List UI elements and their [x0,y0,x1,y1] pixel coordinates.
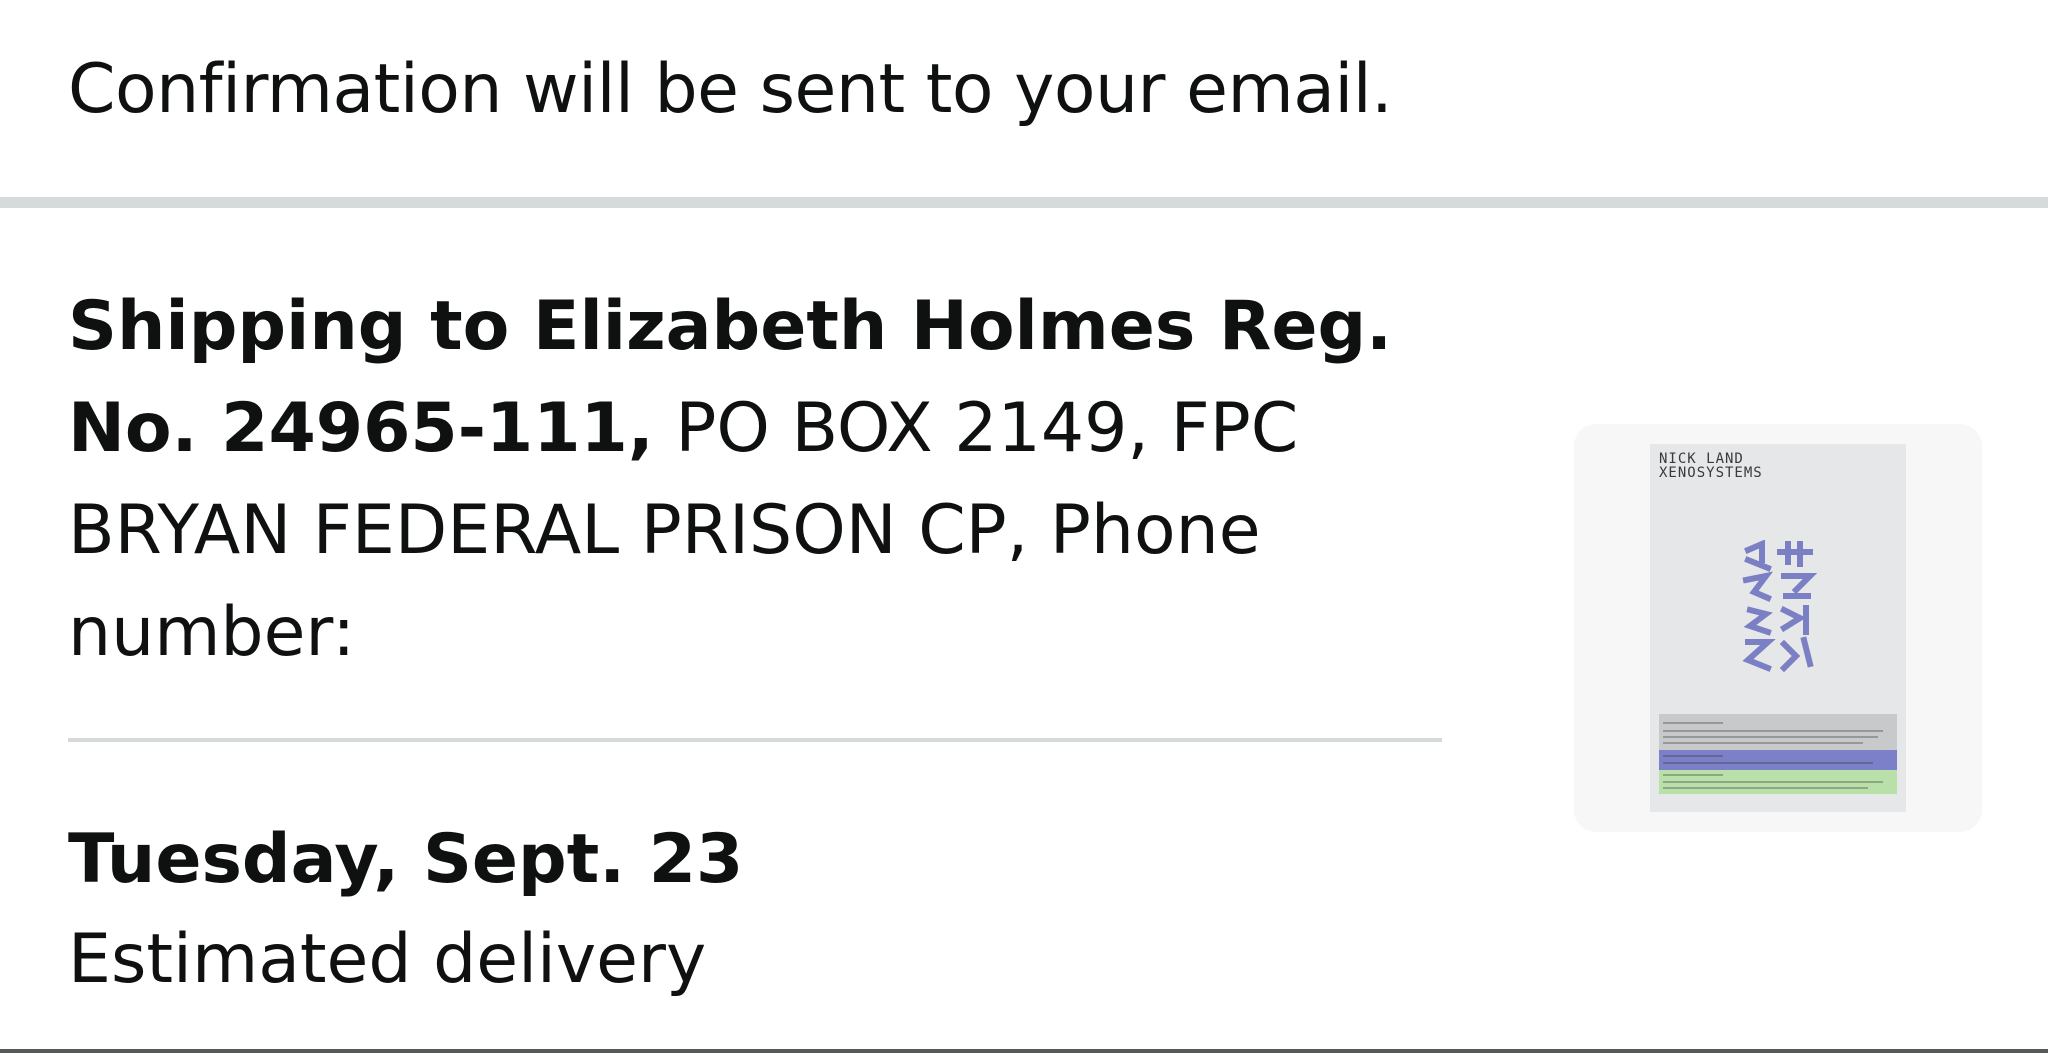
shipping-line-4: number: [68,593,356,672]
shipping-line-3: BRYAN FEDERAL PRISON CP, Phone [68,491,1261,570]
shipping-address-block[interactable]: Shipping to Elizabeth Holmes Reg. No. 24… [68,276,1468,684]
shipping-address-part: PO BOX 2149, FPC [653,389,1299,468]
book-title: XENOSYSTEMS [1659,465,1763,481]
shipping-line-1: Shipping to Elizabeth Holmes Reg. [68,276,1468,378]
product-thumbnail[interactable]: NICK LAND XENOSYSTEMS [1574,424,1982,832]
book-author: NICK LAND [1659,451,1744,467]
book-cover-image: NICK LAND XENOSYSTEMS [1650,444,1906,812]
cover-glyphs-icon [1742,540,1818,673]
order-confirmation-screen: Confirmation will be sent to your email.… [0,0,2048,1053]
shipping-recipient: Shipping to Elizabeth Holmes Reg. [68,287,1392,366]
cover-blue-panel [1659,750,1897,770]
shipping-line-2: No. 24965-111, PO BOX 2149, FPC [68,378,1468,480]
estimated-delivery-label: Estimated delivery [68,920,707,999]
cover-text-panel [1659,714,1897,750]
bottom-border [0,1049,2048,1053]
confirmation-message: Confirmation will be sent to your email. [68,50,1393,129]
section-divider [0,197,2048,208]
address-divider [68,738,1442,742]
delivery-date: Tuesday, Sept. 23 [68,820,744,899]
shipping-reg-number: No. 24965-111, [68,389,654,468]
cover-green-panel [1659,770,1897,794]
